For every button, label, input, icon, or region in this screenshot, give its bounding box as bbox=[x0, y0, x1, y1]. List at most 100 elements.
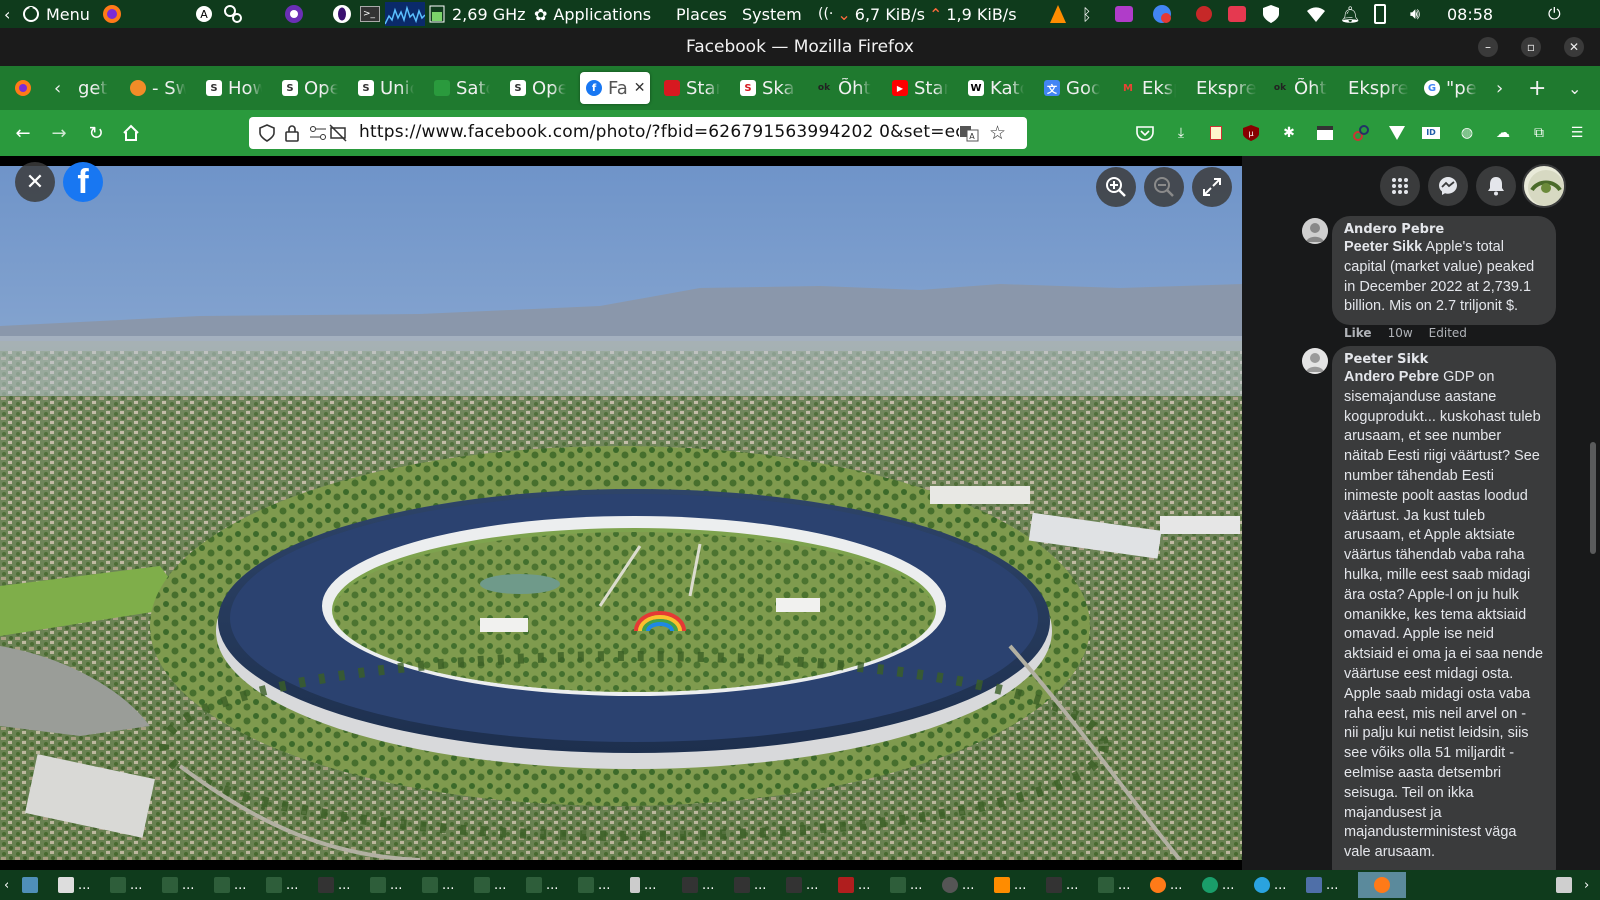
taskbar-item[interactable]: ... bbox=[162, 875, 194, 895]
cloud-extension-icon[interactable]: ☁ bbox=[1492, 122, 1514, 144]
tab-3[interactable]: S How bbox=[200, 72, 262, 104]
profile-avatar[interactable] bbox=[1522, 164, 1566, 208]
scroll-tabs-left-button[interactable]: ‹ bbox=[54, 72, 70, 104]
comment-author[interactable]: Peeter Sikk bbox=[1344, 352, 1544, 368]
taskbar-item[interactable]: ... bbox=[370, 875, 402, 895]
power-icon[interactable]: ⏻ bbox=[1548, 0, 1561, 28]
battery-icon[interactable] bbox=[1374, 0, 1386, 28]
window-title-bar[interactable]: Facebook — Mozilla Firefox – ▫ ✕ bbox=[0, 28, 1600, 66]
menu-grid-button[interactable] bbox=[1380, 166, 1420, 206]
permissions-icon[interactable] bbox=[309, 125, 327, 145]
extension-puzzle-gray-icon[interactable]: ✱ bbox=[1278, 122, 1300, 144]
facebook-logo-icon[interactable]: f bbox=[63, 162, 103, 202]
taskbar-item[interactable]: ... bbox=[578, 875, 610, 895]
tor-icon[interactable] bbox=[283, 0, 305, 28]
url-text[interactable]: https://www.facebook.com/photo/?fbid=626… bbox=[359, 122, 959, 142]
photo-apple-park-aerial[interactable] bbox=[0, 166, 1242, 860]
tab-14[interactable]: 文 Goo bbox=[1038, 72, 1100, 104]
chrome-notification-icon[interactable] bbox=[1152, 0, 1172, 28]
notifications-bell-icon[interactable]: 🔔︎ bbox=[1340, 0, 1360, 28]
taskbar-item[interactable]: ... bbox=[58, 875, 90, 895]
firefox-view-button[interactable] bbox=[8, 72, 34, 104]
taskbar-item[interactable]: ... bbox=[1046, 875, 1078, 895]
opera-icon[interactable] bbox=[331, 0, 353, 28]
new-tab-button[interactable]: + bbox=[1528, 72, 1552, 104]
taskbar-item[interactable]: ... bbox=[422, 875, 454, 895]
shield-icon[interactable] bbox=[1262, 0, 1280, 28]
bluetooth-icon[interactable]: ᛒ bbox=[1082, 0, 1092, 28]
maximize-button[interactable]: ▫ bbox=[1521, 37, 1541, 57]
panel-left-arrow-icon[interactable]: ‹ bbox=[4, 0, 10, 28]
tracking-protection-shield-icon[interactable] bbox=[259, 124, 275, 146]
terminal-icon[interactable]: >_ bbox=[360, 0, 380, 28]
extensions-puzzle-icon[interactable]: ⧉ bbox=[1528, 122, 1550, 144]
tab-2[interactable]: - Sw bbox=[124, 72, 186, 104]
zoom-out-button[interactable] bbox=[1144, 167, 1184, 207]
camera-blocked-icon[interactable] bbox=[329, 124, 347, 146]
taskbar-right-arrow[interactable]: › bbox=[1584, 875, 1589, 895]
taskbar-item[interactable]: ... bbox=[318, 875, 350, 895]
taskbar-item[interactable]: ... bbox=[1254, 875, 1286, 895]
close-window-button[interactable]: ✕ bbox=[1564, 37, 1584, 57]
taskbar-item[interactable]: ... bbox=[1098, 875, 1130, 895]
menu-button[interactable]: Menu bbox=[22, 0, 90, 28]
extension-note-icon[interactable] bbox=[1205, 122, 1227, 144]
screenshot-icon[interactable] bbox=[1228, 0, 1246, 28]
filter-extension-icon[interactable] bbox=[1386, 122, 1408, 144]
tab-18[interactable]: Ekspre bbox=[1342, 72, 1410, 104]
close-tab-icon[interactable]: ✕ bbox=[634, 80, 646, 96]
taskbar-item[interactable]: ... bbox=[474, 875, 506, 895]
id-extension-icon[interactable]: ID bbox=[1420, 122, 1442, 144]
link-extension-icon[interactable] bbox=[1350, 122, 1372, 144]
settings-gears-icon[interactable] bbox=[222, 0, 244, 28]
commenter-avatar[interactable] bbox=[1302, 348, 1328, 374]
minimize-button[interactable]: – bbox=[1478, 37, 1498, 57]
tab-10[interactable]: SSkar bbox=[734, 72, 796, 104]
taskbar-item[interactable]: ... bbox=[214, 875, 246, 895]
media-player-icon[interactable] bbox=[1115, 0, 1133, 28]
wifi-icon[interactable] bbox=[1306, 0, 1326, 28]
tab-19[interactable]: G "pe bbox=[1418, 72, 1480, 104]
commenter-avatar[interactable] bbox=[1302, 218, 1328, 244]
comments-scrollbar[interactable] bbox=[1590, 442, 1596, 554]
taskbar-item[interactable]: ... bbox=[1306, 875, 1338, 895]
taskbar-item[interactable]: ... bbox=[994, 875, 1026, 895]
tab-6[interactable]: Satc bbox=[428, 72, 490, 104]
system-menu[interactable]: System bbox=[742, 0, 802, 28]
tab-7[interactable]: S Ope bbox=[504, 72, 566, 104]
tab-13[interactable]: WKatc bbox=[962, 72, 1024, 104]
clock-text[interactable]: 08:58 bbox=[1447, 0, 1493, 28]
scroll-tabs-right-button[interactable]: › bbox=[1496, 72, 1516, 104]
like-link[interactable]: Like bbox=[1344, 326, 1372, 340]
downloads-icon[interactable]: ⤓ bbox=[1170, 122, 1192, 144]
pocket-icon[interactable] bbox=[1134, 122, 1156, 144]
tab-facebook-active[interactable]: f Fa ✕ bbox=[580, 72, 650, 104]
forward-button[interactable]: → bbox=[46, 120, 72, 146]
taskbar-item[interactable]: ... bbox=[942, 875, 974, 895]
fullscreen-button[interactable] bbox=[1192, 167, 1232, 207]
taskbar-item[interactable]: ... bbox=[1202, 875, 1234, 895]
tab-12[interactable]: ▶ Star bbox=[886, 72, 948, 104]
notifications-button[interactable] bbox=[1476, 166, 1516, 206]
taskbar-item-firefox-active[interactable] bbox=[1358, 872, 1406, 898]
vlc-icon[interactable] bbox=[1049, 0, 1067, 28]
record-icon[interactable] bbox=[1194, 0, 1214, 28]
taskbar-item[interactable]: ... bbox=[890, 875, 922, 895]
tab-17[interactable]: ok Õht bbox=[1266, 72, 1328, 104]
comment-timestamp[interactable]: 10w bbox=[1388, 326, 1413, 340]
bookmark-star-icon[interactable]: ☆ bbox=[989, 122, 1006, 144]
application-menu-icon[interactable]: ☰ bbox=[1566, 122, 1588, 144]
taskbar-item[interactable]: ... bbox=[266, 875, 298, 895]
messenger-button[interactable] bbox=[1428, 166, 1468, 206]
tab-16[interactable]: Ekspre bbox=[1190, 72, 1258, 104]
applications-menu[interactable]: ✿ Applications bbox=[534, 0, 651, 28]
ublock-origin-icon[interactable]: μ bbox=[1240, 122, 1262, 144]
lock-icon[interactable] bbox=[285, 124, 299, 146]
taskbar-item[interactable]: ... bbox=[838, 875, 870, 895]
reload-button[interactable]: ↻ bbox=[83, 120, 109, 146]
tab-15[interactable]: MEksp bbox=[1114, 72, 1176, 104]
translate-page-icon[interactable]: A bbox=[959, 123, 979, 147]
comment-author[interactable]: Andero Pebre bbox=[1344, 222, 1544, 238]
tab-1[interactable]: get bbox=[72, 72, 118, 104]
tab-4[interactable]: S Ope bbox=[276, 72, 338, 104]
